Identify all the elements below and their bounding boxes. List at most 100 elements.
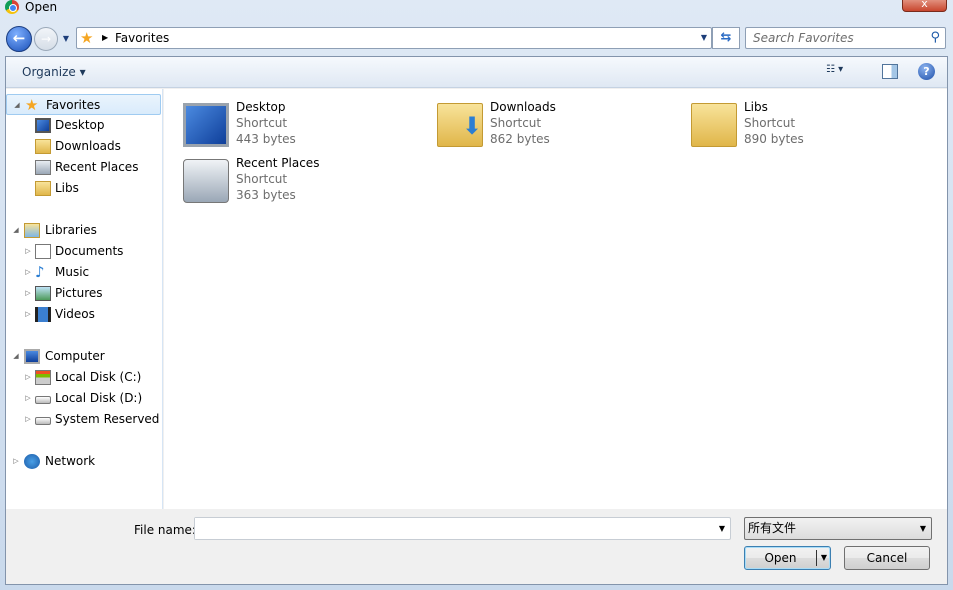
sidebar-item-label: Desktop [55, 118, 105, 132]
divider [816, 550, 817, 566]
sidebar-item[interactable]: ▷ Videos [6, 304, 161, 325]
refresh-button[interactable]: ⇆ [712, 27, 740, 49]
sidebar-item[interactable]: ▷ Local Disk (D:) [6, 388, 161, 409]
file-size: 890 bytes [744, 132, 804, 146]
search-box[interactable]: ⚲ [745, 27, 946, 49]
search-input[interactable] [746, 28, 921, 48]
sidebar-item-label: Music [55, 265, 90, 279]
chrome-icon [5, 0, 19, 14]
address-dropdown-icon[interactable]: ▼ [701, 28, 707, 48]
file-type: Shortcut [236, 172, 288, 186]
collapse-arrow-icon[interactable]: ◢ [11, 220, 21, 241]
file-name: Downloads [490, 100, 556, 114]
sidebar-item[interactable]: ▷ Pictures [6, 283, 161, 304]
sidebar-group-network[interactable]: ▷ Network [6, 451, 161, 472]
file-name: Desktop [236, 100, 286, 114]
breadcrumb-separator[interactable]: ▶ [102, 28, 108, 48]
expand-arrow-icon[interactable]: ▷ [11, 451, 21, 472]
drive-icon [35, 396, 51, 404]
sidebar-item[interactable]: Desktop [6, 115, 161, 136]
sidebar-item[interactable]: ▷ Documents [6, 241, 161, 262]
star-icon: ★ [25, 96, 39, 114]
sidebar-group-favorites[interactable]: ◢ ★ Favorites [6, 94, 161, 115]
preview-pane-button[interactable] [882, 64, 898, 79]
cancel-button[interactable]: Cancel [844, 546, 930, 570]
file-size: 363 bytes [236, 188, 296, 202]
expand-arrow-icon[interactable]: ▷ [23, 409, 33, 430]
sidebar-item[interactable]: Downloads [6, 136, 161, 157]
expand-arrow-icon[interactable]: ▷ [23, 367, 33, 388]
expand-arrow-icon[interactable]: ▷ [23, 241, 33, 262]
collapse-arrow-icon[interactable]: ◢ [12, 95, 22, 116]
sidebar-group-computer[interactable]: ◢ Computer [6, 346, 161, 367]
expand-arrow-icon[interactable]: ▷ [23, 388, 33, 409]
open-button[interactable]: Open ▼ [744, 546, 831, 570]
sidebar-item-label: Videos [55, 307, 95, 321]
navigation-pane[interactable]: ◢ ★ Favorites Desktop Downloads Recent Places… [6, 89, 163, 509]
documents-icon [35, 244, 51, 259]
file-size: 862 bytes [490, 132, 550, 146]
music-icon: ♪ [35, 263, 45, 281]
sidebar-group-label: Network [45, 454, 96, 468]
collapse-arrow-icon[interactable]: ◢ [11, 346, 21, 367]
file-item[interactable]: Libs Shortcut 890 bytes [691, 99, 941, 151]
file-name-input[interactable] [195, 518, 705, 539]
sidebar-item[interactable]: Libs [6, 178, 161, 199]
file-item[interactable]: ⬇ Downloads Shortcut 862 bytes [437, 99, 687, 151]
file-size: 443 bytes [236, 132, 296, 146]
pictures-icon [35, 286, 51, 301]
network-icon [24, 454, 40, 469]
recent-pages-dropdown[interactable]: ▼ [59, 31, 73, 47]
search-icon[interactable]: ⚲ [930, 30, 940, 45]
sidebar-item-label: Documents [55, 244, 124, 258]
sidebar-group-libraries[interactable]: ◢ Libraries [6, 220, 161, 241]
drive-icon [35, 417, 51, 425]
folder-icon [691, 103, 737, 147]
sidebar-item-label: System Reserved (G: [55, 412, 162, 426]
forward-button[interactable]: → [34, 27, 58, 51]
file-type: Shortcut [744, 116, 796, 130]
organize-button[interactable]: Organize ▾ [22, 65, 86, 79]
file-name-combobox[interactable]: ▼ [194, 517, 731, 540]
file-type-select[interactable]: 所有文件 ▼ [744, 517, 932, 540]
expand-arrow-icon[interactable]: ▷ [23, 262, 33, 283]
help-button[interactable]: ? [918, 63, 935, 80]
toolbar: Organize ▾ ☷ ▾ ? [6, 57, 947, 88]
recent-places-icon [35, 160, 51, 175]
recent-places-icon [183, 159, 229, 203]
sidebar-item[interactable]: ▷ Local Disk (C:) [6, 367, 161, 388]
file-name-label: File name: [134, 523, 196, 537]
sidebar-item-label: Downloads [55, 139, 121, 153]
breadcrumb-favorites[interactable]: Favorites [115, 28, 169, 48]
computer-icon [24, 349, 40, 364]
dialog-body: Organize ▾ ☷ ▾ ? ◢ ★ Favorites Desktop Downl… [5, 56, 948, 585]
file-name: Recent Places [236, 156, 320, 170]
sidebar-group-label: Libraries [45, 223, 97, 237]
file-item[interactable]: Desktop Shortcut 443 bytes [183, 99, 433, 151]
downloads-folder-icon: ⬇ [437, 103, 483, 147]
expand-arrow-icon[interactable]: ▷ [23, 304, 33, 325]
address-bar[interactable]: ★ ▶ Favorites ▼ [76, 27, 712, 49]
file-type: Shortcut [236, 116, 288, 130]
libraries-icon [24, 223, 40, 238]
desktop-icon [183, 103, 229, 147]
sidebar-group-label: Favorites [46, 98, 101, 112]
file-type-value: 所有文件 [748, 521, 797, 535]
file-item[interactable]: Recent Places Shortcut 363 bytes [183, 155, 433, 207]
sidebar-item[interactable]: ▷ ♪ Music [6, 262, 161, 283]
expand-arrow-icon[interactable]: ▷ [23, 283, 33, 304]
sidebar-item[interactable]: ▷ System Reserved (G: [6, 409, 162, 430]
file-name: Libs [744, 100, 768, 114]
sidebar-item-label: Recent Places [55, 160, 139, 174]
star-icon: ★ [80, 29, 94, 47]
change-view-button[interactable]: ☷ ▾ [826, 64, 862, 80]
file-list[interactable]: Desktop Shortcut 443 bytes ⬇ Downloads Shortc… [164, 89, 947, 509]
chevron-down-icon[interactable]: ▼ [719, 518, 725, 539]
sidebar-item-label: Local Disk (C:) [55, 370, 142, 384]
file-type: Shortcut [490, 116, 542, 130]
downloads-folder-icon [35, 139, 51, 154]
sidebar-item[interactable]: Recent Places [6, 157, 161, 178]
close-button[interactable]: x [902, 0, 947, 12]
open-options-dropdown[interactable]: ▼ [821, 547, 827, 569]
back-button[interactable]: ← [6, 26, 32, 52]
